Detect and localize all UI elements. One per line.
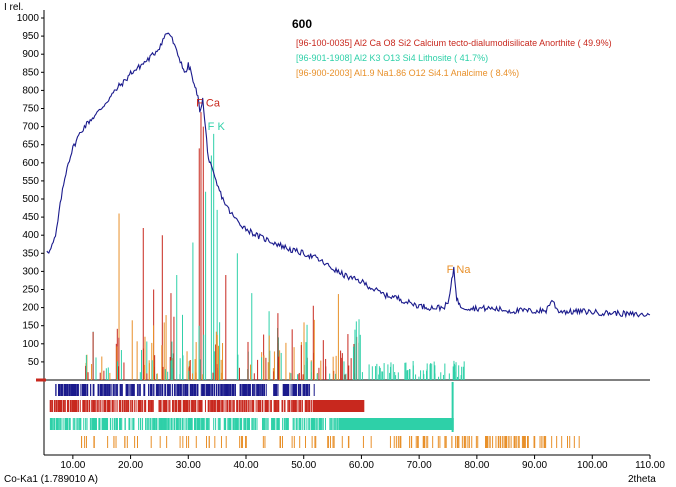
x-tick-label: 10.00: [60, 460, 85, 471]
y-tick-label: 950: [22, 31, 39, 42]
x-tick-label: 40.00: [233, 460, 258, 471]
y-tick-label: 800: [22, 85, 39, 96]
x-tick-label: 20.00: [118, 460, 143, 471]
y-tick-label: 450: [22, 212, 39, 223]
y-tick-label: 750: [22, 104, 39, 115]
y-tick-label: 850: [22, 67, 39, 78]
y-tick-label: 900: [22, 49, 39, 60]
x-tick-label: 100.00: [577, 460, 608, 471]
peak-annotation: F K: [208, 121, 226, 133]
x-axis-label: 2theta: [628, 474, 656, 485]
peak-annotation: F Ca: [196, 98, 221, 110]
y-tick-label: 300: [22, 266, 39, 277]
anorthite-marker-block: [315, 400, 365, 412]
legend-entry: [96-901-1908] Al2 K3 O13 Si4 Lithosite (…: [296, 53, 488, 63]
peak-annotation: F Na: [447, 264, 472, 276]
xrd-chart: I rel. 600 2theta Co-Ka1 (1.789010 A) 50…: [0, 0, 676, 487]
x-tick-label: 50.00: [291, 460, 316, 471]
x-tick-label: 60.00: [349, 460, 374, 471]
y-tick-label: 700: [22, 122, 39, 133]
y-tick-label: 350: [22, 248, 39, 259]
x-tick-label: 30.00: [176, 460, 201, 471]
x-tick-label: 90.00: [522, 460, 547, 471]
y-tick-label: 200: [22, 303, 39, 314]
y-tick-label: 150: [22, 321, 39, 332]
radiation-label: Co-Ka1 (1.789010 A): [4, 474, 98, 485]
y-tick-label: 250: [22, 285, 39, 296]
x-tick-label: 110.00: [635, 460, 665, 471]
y-tick-label: 400: [22, 230, 39, 241]
x-tick-label: 80.00: [464, 460, 489, 471]
legend-entry: [96-100-0035] Al2 Ca O8 Si2 Calcium tect…: [296, 38, 612, 48]
x-tick-label: 70.00: [407, 460, 432, 471]
y-tick-label: 500: [22, 194, 39, 205]
y-tick-label: 650: [22, 140, 39, 151]
y-tick-label: 100: [22, 339, 39, 350]
y-tick-label: 600: [22, 158, 39, 169]
chart-title: 600: [292, 17, 312, 31]
y-tick-label: 1000: [17, 13, 40, 24]
y-axis-label: I rel.: [4, 2, 23, 13]
y-tick-label: 550: [22, 176, 39, 187]
legend-entry: [96-900-2003] Al1.9 Na1.86 O12 Si4.1 Ana…: [296, 68, 519, 78]
y-tick-label: 50: [28, 357, 40, 368]
lithosite-marker-block: [338, 418, 454, 430]
